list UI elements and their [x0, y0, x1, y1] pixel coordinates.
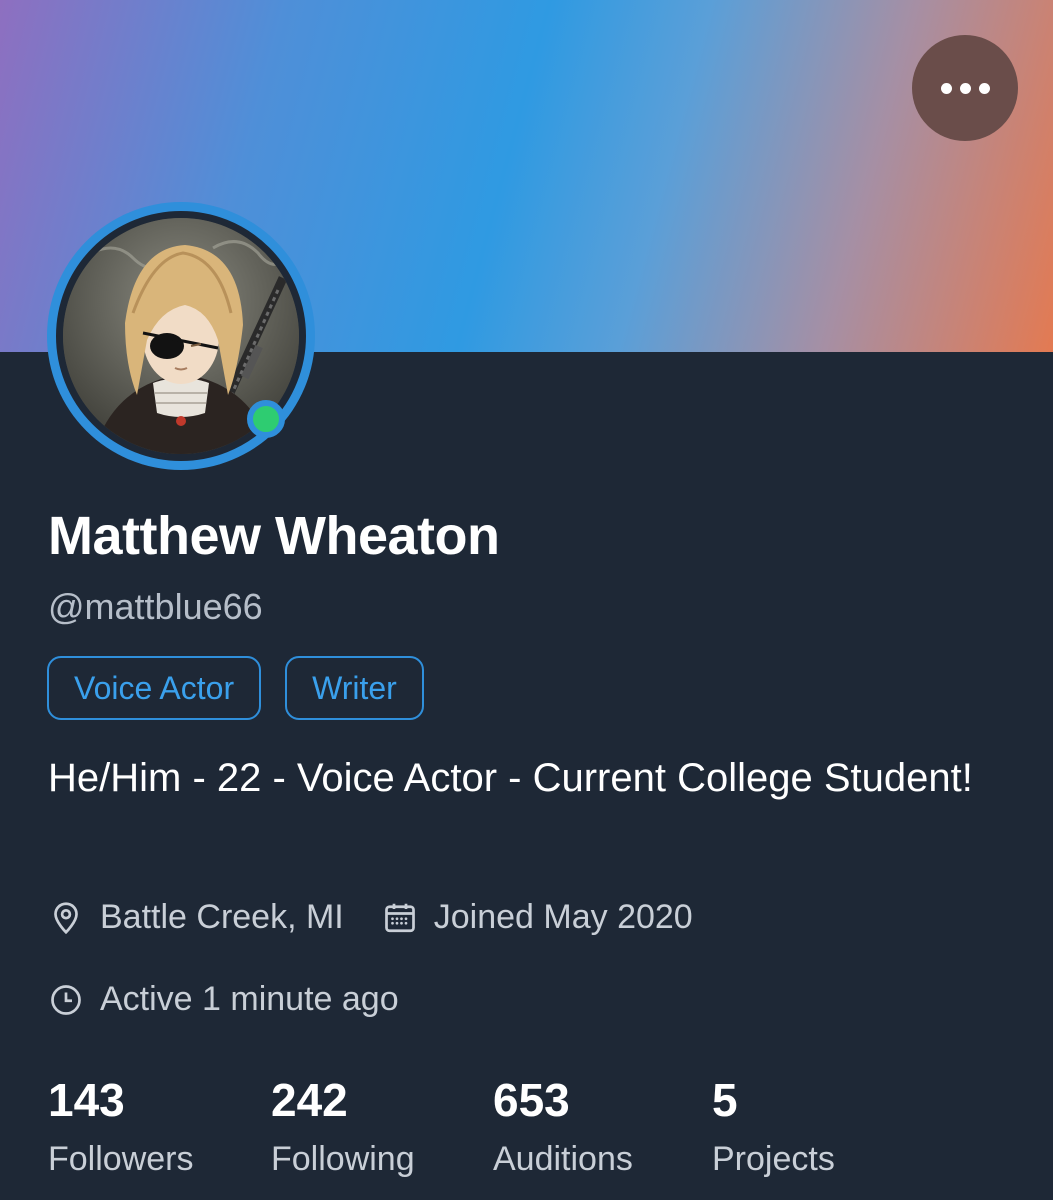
profile-meta-row: Battle Creek, MI Joined May 2020: [48, 898, 693, 937]
stat-value: 143: [48, 1074, 125, 1126]
profile-handle: @mattblue66: [48, 586, 263, 627]
profile-bio: He/Him - 22 - Voice Actor - Current Coll…: [48, 756, 973, 800]
joined-item: Joined May 2020: [382, 898, 693, 937]
active-item: Active 1 minute ago: [48, 980, 399, 1019]
stat-label: Followers: [48, 1140, 194, 1178]
joined-text: Joined May 2020: [433, 898, 693, 936]
stat-value: 242: [271, 1074, 348, 1126]
clock-icon: [51, 984, 81, 1015]
tag-writer[interactable]: Writer: [285, 656, 424, 720]
more-dots-icon-2: [959, 82, 971, 94]
stat-following[interactable]: 242 Following: [271, 1072, 493, 1179]
location-item: Battle Creek, MI: [48, 898, 344, 937]
stat-value: 653: [493, 1074, 570, 1126]
stat-followers[interactable]: 143 Followers: [48, 1072, 271, 1179]
more-dots-icon: [940, 82, 952, 94]
stat-auditions[interactable]: 653 Auditions: [493, 1072, 712, 1179]
profile-tags: Voice Actor Writer: [47, 656, 424, 720]
online-status-indicator: [247, 400, 285, 438]
activity-row: Active 1 minute ago: [48, 980, 399, 1019]
profile-stats: 143 Followers 242 Following 653 Audition…: [48, 1072, 912, 1179]
more-dots-icon-3: [978, 82, 990, 94]
tag-voice-actor[interactable]: Voice Actor: [47, 656, 262, 720]
active-text: Active 1 minute ago: [100, 980, 399, 1018]
stat-projects[interactable]: 5 Projects: [712, 1072, 912, 1179]
profile-name: Matthew Wheaton: [48, 506, 500, 566]
stat-label: Auditions: [493, 1140, 633, 1178]
stat-label: Projects: [712, 1140, 835, 1178]
location-text: Battle Creek, MI: [100, 898, 344, 936]
stat-value: 5: [712, 1074, 738, 1126]
stat-label: Following: [271, 1140, 415, 1178]
more-options-button[interactable]: [912, 35, 1018, 141]
calendar-icon: [384, 903, 415, 932]
map-pin-icon: [54, 901, 78, 934]
